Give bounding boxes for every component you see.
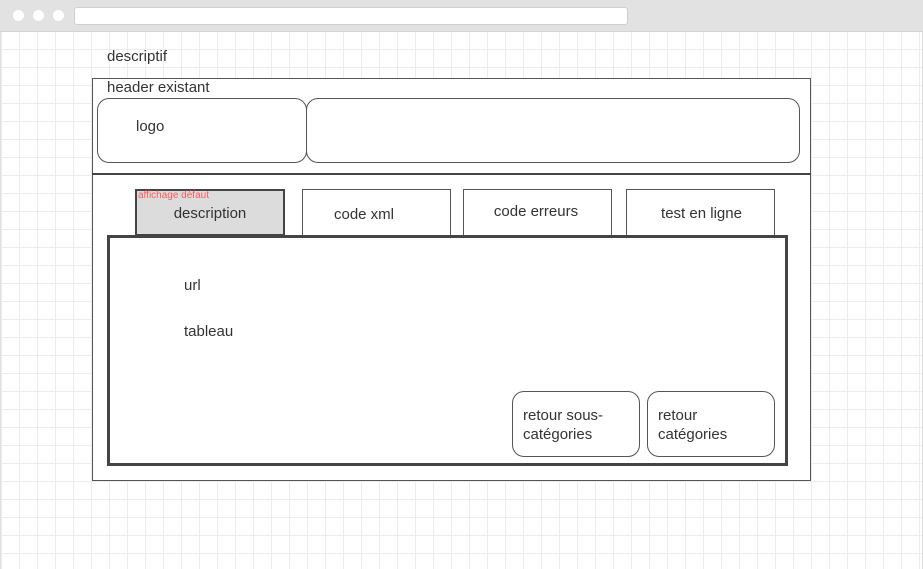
back-categories-button[interactable]: retour catégories bbox=[647, 391, 775, 457]
address-bar[interactable] bbox=[74, 7, 628, 25]
browser-chrome bbox=[0, 0, 923, 32]
logo-box: logo bbox=[97, 98, 307, 163]
tab-test-en-ligne-label: test en ligne bbox=[661, 204, 742, 222]
tab-code-erreurs[interactable]: code erreurs bbox=[463, 189, 612, 236]
back-subcategories-button[interactable]: retour sous-catégories bbox=[512, 391, 640, 457]
window-dot-icon bbox=[33, 10, 44, 21]
url-label: url bbox=[184, 277, 201, 294]
tab-code-erreurs-label: code erreurs bbox=[493, 203, 579, 220]
header-banner bbox=[306, 98, 800, 163]
default-view-note: affichage défaut bbox=[138, 190, 209, 201]
tab-code-xml[interactable]: code xml bbox=[302, 189, 451, 236]
window-dot-icon bbox=[53, 10, 64, 21]
table-label: tableau bbox=[184, 323, 234, 340]
header-divider bbox=[92, 173, 811, 175]
back-subcategories-label: retour sous-catégories bbox=[523, 407, 604, 443]
window-dot-icon bbox=[13, 10, 24, 21]
header-label: header existant bbox=[107, 79, 210, 96]
tab-description-label: description bbox=[173, 205, 247, 222]
page-title: descriptif bbox=[107, 48, 168, 65]
tab-test-en-ligne[interactable]: test en ligne bbox=[626, 189, 775, 236]
logo-label: logo bbox=[136, 118, 165, 135]
back-categories-label: retour catégories bbox=[658, 407, 728, 443]
tab-code-xml-label: code xml bbox=[333, 205, 395, 223]
